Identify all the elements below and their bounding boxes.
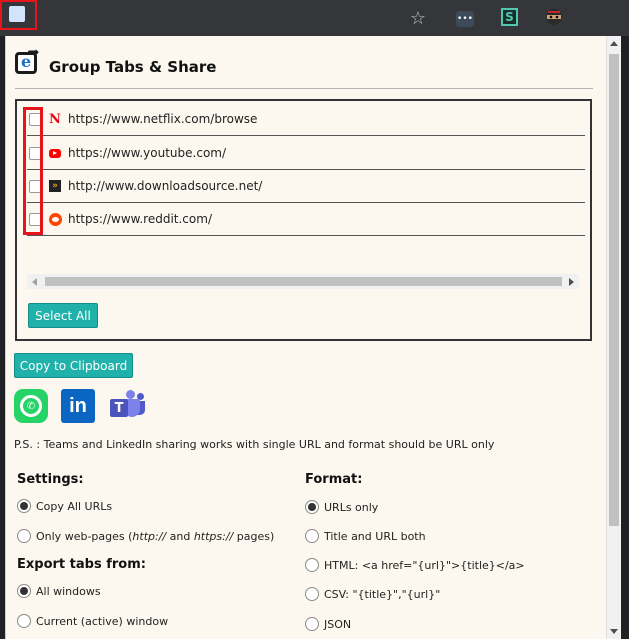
option-label: HTML: <a href="{url}">{title}</a>: [324, 558, 525, 572]
only-web-pages-option[interactable]: Only web-pages (http:// and https:// pag…: [17, 529, 274, 543]
youtube-icon: [49, 148, 61, 158]
option-label: Current (active) window: [36, 614, 169, 628]
format-option[interactable]: CSV: "{title}","{url}": [305, 587, 440, 601]
radio-button[interactable]: [305, 587, 319, 601]
browser-toolbar: ☆ ••• S: [0, 0, 629, 36]
share-logo-icon: e ➦: [13, 45, 43, 76]
whatsapp-icon[interactable]: ✆: [14, 389, 48, 423]
format-heading: Format:: [305, 472, 363, 487]
horizontal-scrollbar[interactable]: [27, 274, 579, 289]
tab-list-box: N https://www.netflix.com/browse https:/…: [15, 99, 592, 341]
current-window-option[interactable]: Current (active) window: [17, 614, 168, 628]
star-icon[interactable]: ☆: [408, 8, 428, 29]
format-option[interactable]: Title and URL both: [305, 529, 426, 543]
ninja-extension-icon[interactable]: [545, 8, 563, 26]
ps-note: P.S. : Teams and LinkedIn sharing works …: [14, 438, 495, 451]
copy-to-clipboard-button[interactable]: Copy to Clipboard: [14, 353, 133, 378]
netflix-icon: N: [49, 111, 61, 127]
radio-button[interactable]: [17, 614, 31, 628]
popup-scrollbar[interactable]: [606, 36, 621, 639]
settings-heading: Settings:: [17, 472, 84, 487]
radio-button[interactable]: [17, 499, 31, 513]
tab-url: https://www.reddit.com/: [68, 212, 212, 226]
radio-button[interactable]: [305, 617, 319, 631]
tab-row: https://www.reddit.com/: [27, 203, 585, 236]
popup-header: e ➦ Group Tabs & Share: [13, 45, 217, 76]
group-tabs-share-icon: [9, 6, 25, 22]
horizontal-scroll-thumb[interactable]: [45, 277, 562, 286]
group-tabs-share-extension-button[interactable]: [0, 0, 37, 30]
scroll-down-arrow-icon[interactable]: [610, 629, 618, 634]
option-label: CSV: "{title}","{url}": [324, 587, 441, 601]
radio-button[interactable]: [17, 529, 31, 543]
radio-button[interactable]: [305, 558, 319, 572]
scroll-right-arrow-icon[interactable]: [569, 278, 574, 286]
format-option[interactable]: JSON: [305, 617, 351, 631]
copy-all-urls-option[interactable]: Copy All URLs: [17, 499, 112, 513]
tab-row: N https://www.netflix.com/browse: [27, 103, 585, 136]
option-label: Copy All URLs: [36, 499, 113, 513]
tab-row: » http://www.downloadsource.net/: [27, 170, 585, 203]
format-option[interactable]: URLs only: [305, 500, 378, 514]
format-option[interactable]: HTML: <a href="{url}">{title}</a>: [305, 558, 525, 572]
all-windows-option[interactable]: All windows: [17, 584, 101, 598]
option-label: Title and URL both: [324, 529, 426, 543]
tab-url: https://www.youtube.com/: [68, 146, 227, 160]
export-heading: Export tabs from:: [17, 557, 146, 572]
extension-popup: e ➦ Group Tabs & Share N https://www.net…: [5, 36, 621, 639]
radio-button[interactable]: [305, 529, 319, 543]
reddit-icon: [48, 212, 62, 226]
tab-row: https://www.youtube.com/: [27, 137, 585, 170]
select-all-button[interactable]: Select All: [28, 303, 98, 328]
divider: [15, 88, 593, 89]
scroll-thumb[interactable]: [609, 54, 619, 526]
radio-button[interactable]: [305, 500, 319, 514]
popup-title: Group Tabs & Share: [49, 58, 217, 76]
option-label: Only web-pages (http:// and https:// pag…: [36, 529, 275, 543]
tab-url: https://www.netflix.com/browse: [68, 112, 258, 126]
option-label: All windows: [36, 584, 101, 598]
linkedin-icon[interactable]: in: [61, 389, 95, 423]
checkbox-highlight: [23, 107, 43, 235]
s-extension-icon[interactable]: S: [501, 8, 518, 26]
option-label: JSON: [324, 617, 352, 631]
radio-button[interactable]: [17, 584, 31, 598]
scroll-left-arrow-icon[interactable]: [32, 278, 37, 286]
tab-url: http://www.downloadsource.net/: [68, 179, 263, 193]
teams-icon[interactable]: T: [110, 389, 145, 423]
downloadsource-icon: »: [49, 180, 61, 192]
scroll-up-arrow-icon[interactable]: [610, 41, 618, 46]
option-label: URLs only: [324, 500, 379, 514]
dots-extension-icon[interactable]: •••: [456, 11, 474, 27]
